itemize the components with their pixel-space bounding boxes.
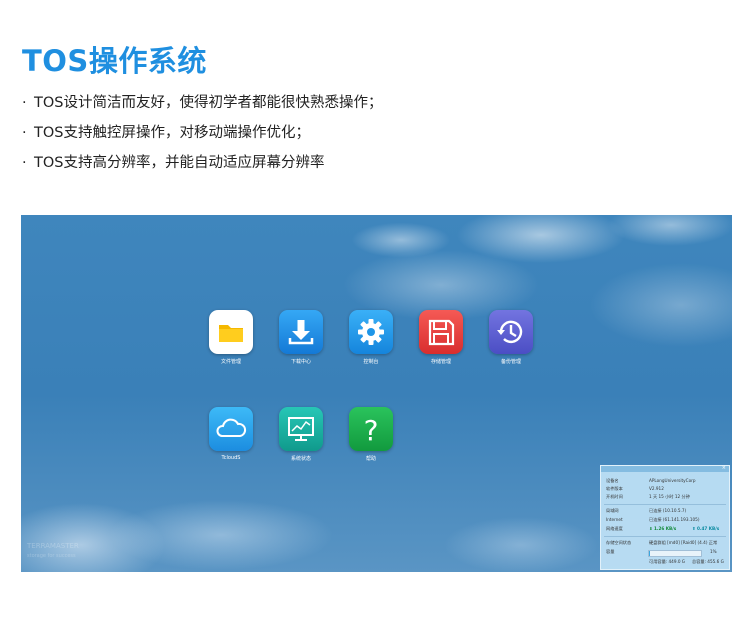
app-label: 备份管理 bbox=[500, 359, 521, 365]
widget-titlebar[interactable]: × bbox=[601, 465, 729, 472]
app-backup-manager[interactable]: 备份管理 bbox=[481, 310, 541, 365]
app-control-panel[interactable]: 控制台 bbox=[341, 310, 401, 365]
feature-item: · TOS设计简洁而友好，使得初学者都能很快熟悉操作； bbox=[22, 95, 383, 111]
app-storage-manager[interactable]: 存储管理 bbox=[411, 310, 471, 365]
app-tclouds[interactable]: TcloudS bbox=[201, 407, 261, 461]
page-title: TOS操作系统 bbox=[22, 44, 207, 78]
app-label: 帮助 bbox=[365, 456, 376, 462]
monitor-chart-icon bbox=[279, 407, 323, 451]
app-file-manager[interactable]: 文件管理 bbox=[201, 310, 261, 365]
app-download-center[interactable]: 下载中心 bbox=[271, 310, 331, 365]
history-clock-icon bbox=[489, 310, 533, 354]
app-label: 文件管理 bbox=[220, 359, 241, 365]
cloud-icon bbox=[209, 407, 253, 451]
app-label: 存储管理 bbox=[430, 359, 451, 365]
divider bbox=[604, 504, 726, 505]
capacity-bar-fill bbox=[649, 551, 651, 556]
folder-icon bbox=[209, 310, 253, 354]
question-icon: ? bbox=[349, 407, 393, 451]
upload-speed: ⬆ 0.47 KB/s bbox=[692, 526, 720, 531]
close-icon[interactable]: × bbox=[722, 465, 726, 471]
app-help[interactable]: ? 帮助 bbox=[341, 407, 401, 462]
feature-item: · TOS支持触控屏操作，对移动端操作优化； bbox=[22, 125, 310, 141]
app-label: 系统状态 bbox=[290, 456, 311, 462]
feature-list: · TOS设计简洁而友好，使得初学者都能很快熟悉操作； · TOS支持触控屏操作，对… bbox=[22, 88, 382, 178]
app-label: TcloudS bbox=[221, 455, 241, 461]
system-info-widget[interactable]: × 设备名 APLongUniversityCorp 软件版本 V2.912 开机时… bbox=[600, 465, 730, 570]
capacity-percent: 1% bbox=[710, 549, 717, 554]
download-speed: ⬇ 1.26 KB/s bbox=[649, 526, 677, 531]
gear-icon bbox=[349, 310, 393, 354]
app-label: 下载中心 bbox=[290, 359, 311, 365]
download-icon bbox=[279, 310, 323, 354]
watermark-logo: TERRAMASTER storage for success bbox=[27, 542, 79, 559]
svg-text:?: ? bbox=[364, 414, 379, 447]
capacity-bar bbox=[648, 550, 702, 557]
floppy-disk-icon bbox=[419, 310, 463, 354]
app-label: 控制台 bbox=[363, 359, 379, 365]
tos-desktop-screenshot: 文件管理 下载中心 控制台 存储管理 备份管理 TcloudS 系统状态 ? 帮… bbox=[21, 215, 732, 572]
app-system-status[interactable]: 系统状态 bbox=[271, 407, 331, 462]
feature-item: · TOS支持高分辨率，并能自动适应屏幕分辨率 bbox=[22, 155, 325, 171]
divider bbox=[604, 536, 726, 537]
